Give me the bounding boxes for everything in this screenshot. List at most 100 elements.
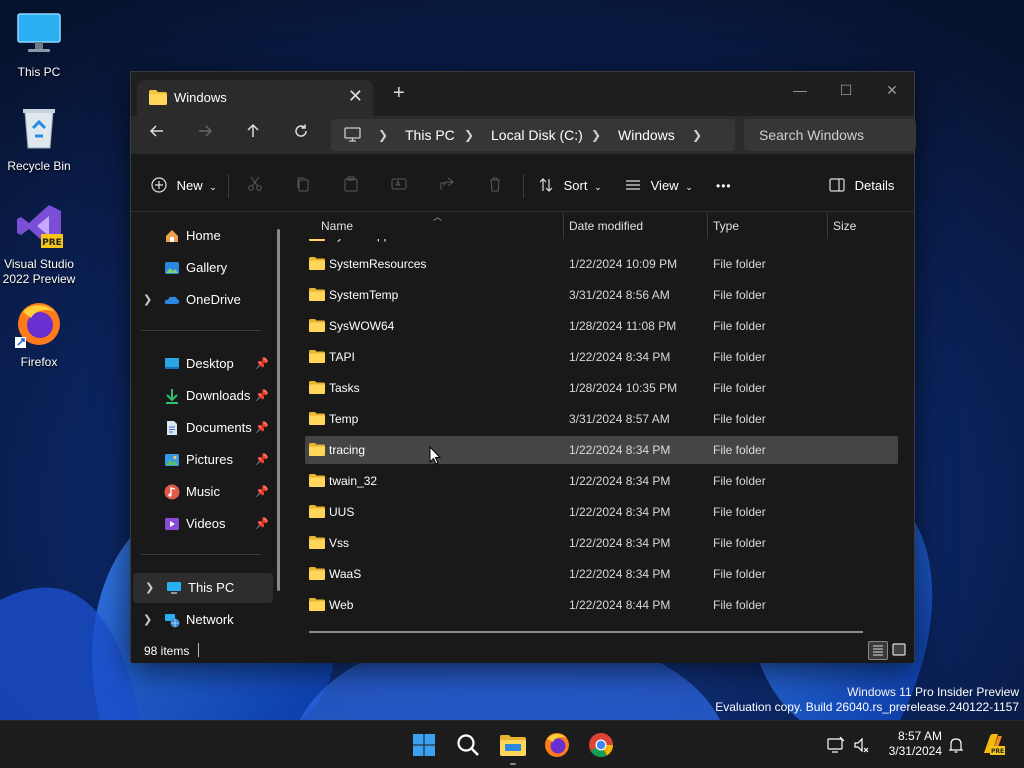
nav-item-home[interactable]: Home [131, 221, 271, 251]
content-horizontal-scrollbar[interactable] [309, 631, 863, 633]
share-button[interactable] [439, 176, 455, 196]
search-box[interactable]: Search Windows [744, 119, 916, 151]
chevron-right-icon[interactable]: ❯ [143, 605, 152, 635]
tiles-view-button[interactable] [890, 641, 910, 660]
details-view-button[interactable] [868, 641, 888, 660]
pin-icon[interactable]: 📌 [255, 349, 269, 379]
file-row[interactable]: Temp 3/31/2024 8:57 AM File folder [305, 405, 898, 433]
view-button[interactable]: View ⌄ [625, 176, 693, 196]
copy-button[interactable] [295, 176, 311, 196]
file-row[interactable]: WaaS 1/22/2024 8:34 PM File folder [305, 560, 898, 588]
file-type: File folder [713, 319, 766, 333]
nav-item-this-pc[interactable]: ❯ This PC [133, 573, 273, 603]
start-icon [413, 734, 435, 756]
delete-button[interactable] [487, 176, 503, 196]
forward-button[interactable] [191, 122, 219, 148]
nav-label: This PC [188, 580, 235, 595]
nav-item-network[interactable]: ❯ Network [131, 605, 271, 635]
title-bar[interactable]: Windows ✕ + — ☐ ✕ [131, 72, 914, 116]
new-button[interactable]: New ⌄ [151, 176, 217, 196]
minimize-button[interactable]: — [777, 76, 823, 104]
up-button[interactable] [239, 122, 267, 148]
address-bar[interactable]: ❯ This PC ❯ Local Disk (C:) ❯ Windows ❯ [331, 119, 735, 151]
tab-windows[interactable]: Windows ✕ [137, 80, 373, 116]
column-divider[interactable] [563, 213, 564, 239]
nav-item-onedrive[interactable]: ❯ OneDrive [131, 285, 271, 315]
file-name: twain_32 [329, 474, 378, 488]
folder-icon [309, 239, 325, 241]
file-row[interactable]: UUS 1/22/2024 8:34 PM File folder [305, 498, 898, 526]
pin-icon[interactable]: 📌 [255, 509, 269, 539]
gallery-icon [165, 262, 179, 274]
column-header-date[interactable]: Date modified [569, 219, 643, 233]
details-button[interactable]: Details [829, 176, 894, 196]
close-button[interactable]: ✕ [869, 76, 915, 104]
refresh-button[interactable] [287, 122, 315, 148]
chevron-right-icon[interactable]: ❯ [692, 128, 702, 142]
desktop-icon-visual-studio[interactable]: PRE Visual Studio 2022 Preview [1, 202, 77, 287]
system-clock[interactable]: 8:57 AM 3/31/2024 [878, 729, 942, 759]
desktop-icon-firefox[interactable]: Firefox [1, 300, 77, 370]
notification-bell-icon[interactable] [947, 736, 965, 754]
pin-icon[interactable]: 📌 [255, 381, 269, 411]
chevron-right-icon[interactable]: ❯ [143, 285, 152, 315]
tab-close-button[interactable]: ✕ [348, 86, 363, 107]
file-row[interactable]: SystemResources 1/22/2024 10:09 PM File fo… [305, 250, 898, 278]
file-row[interactable]: SysWOW64 1/28/2024 11:08 PM File folder [305, 312, 898, 340]
evaluation-watermark: Windows 11 Pro Insider Preview Evaluatio… [715, 685, 1019, 715]
file-explorer-taskbar-button[interactable] [497, 729, 529, 761]
sort-icon [539, 178, 553, 192]
more-options-button[interactable]: ••• [716, 176, 732, 196]
file-explorer-window[interactable]: Windows ✕ + — ☐ ✕ ❯ This PC ❯ Local Disk… [130, 71, 916, 663]
nav-item-gallery[interactable]: Gallery [131, 253, 271, 283]
breadcrumb-this-pc[interactable]: This PC [405, 127, 455, 143]
file-type: File folder [713, 239, 766, 249]
file-row[interactable]: Web 1/22/2024 8:44 PM File folder [305, 591, 898, 619]
sort-button[interactable]: Sort ⌄ [538, 176, 602, 196]
nav-item-pictures[interactable]: Pictures 📌 [131, 445, 271, 475]
desktop-icon-this-pc[interactable]: This PC [1, 10, 77, 80]
search-button[interactable] [452, 729, 484, 761]
nav-item-videos[interactable]: Videos 📌 [131, 509, 271, 539]
breadcrumb-local-disk[interactable]: Local Disk (C:) [491, 127, 583, 143]
file-row[interactable]: Tasks 1/28/2024 10:35 PM File folder [305, 374, 898, 402]
nav-item-documents[interactable]: Documents 📌 [131, 413, 271, 443]
pin-icon[interactable]: 📌 [255, 477, 269, 507]
column-divider[interactable] [827, 213, 828, 239]
column-header-type[interactable]: Type [713, 219, 739, 233]
desktop-icon-recycle-bin[interactable]: Recycle Bin [1, 104, 77, 174]
nav-item-downloads[interactable]: Downloads 📌 [131, 381, 271, 411]
display-tray-icon[interactable] [827, 736, 845, 754]
file-row[interactable]: SystemTemp 3/31/2024 8:56 AM File folder [305, 281, 898, 309]
file-row[interactable]: Vss 1/22/2024 8:34 PM File folder [305, 529, 898, 557]
nav-item-music[interactable]: Music 📌 [131, 477, 271, 507]
pin-icon[interactable]: 📌 [255, 413, 269, 443]
file-date: 1/22/2024 8:34 PM [569, 536, 671, 550]
maximize-button[interactable]: ☐ [823, 76, 869, 104]
start-button[interactable] [408, 729, 440, 761]
column-divider[interactable] [707, 213, 708, 239]
copilot-preview-icon[interactable]: PRE [980, 733, 1006, 757]
new-tab-button[interactable]: + [393, 82, 405, 105]
cut-button[interactable] [247, 176, 263, 196]
pictures-icon [165, 454, 179, 466]
firefox-taskbar-button[interactable] [541, 729, 573, 761]
chevron-right-icon[interactable]: ❯ [145, 573, 154, 603]
rename-button[interactable] [391, 176, 407, 196]
pin-icon[interactable]: 📌 [255, 445, 269, 475]
column-header-size[interactable]: Size [833, 219, 856, 233]
nav-item-desktop[interactable]: Desktop 📌 [131, 349, 271, 379]
speaker-muted-icon[interactable] [853, 736, 871, 754]
chrome-taskbar-button[interactable] [585, 729, 617, 761]
file-row[interactable]: twain_32 1/22/2024 8:34 PM File folder [305, 467, 898, 495]
trash-icon [490, 177, 500, 192]
nav-scrollbar[interactable] [277, 229, 280, 591]
file-row[interactable]: tracing 1/22/2024 8:34 PM File folder [305, 436, 898, 464]
column-header-name[interactable]: Name [321, 219, 353, 233]
back-button[interactable] [143, 122, 171, 148]
breadcrumb-windows[interactable]: Windows [618, 127, 675, 143]
file-row[interactable]: TAPI 1/22/2024 8:34 PM File folder [305, 343, 898, 371]
paste-button[interactable] [343, 176, 359, 196]
navigation-bar: ❯ This PC ❯ Local Disk (C:) ❯ Windows ❯ … [131, 116, 916, 154]
file-row-partial[interactable]: SystemApps 1/22/2024 10:09 PM File folde… [305, 239, 898, 249]
